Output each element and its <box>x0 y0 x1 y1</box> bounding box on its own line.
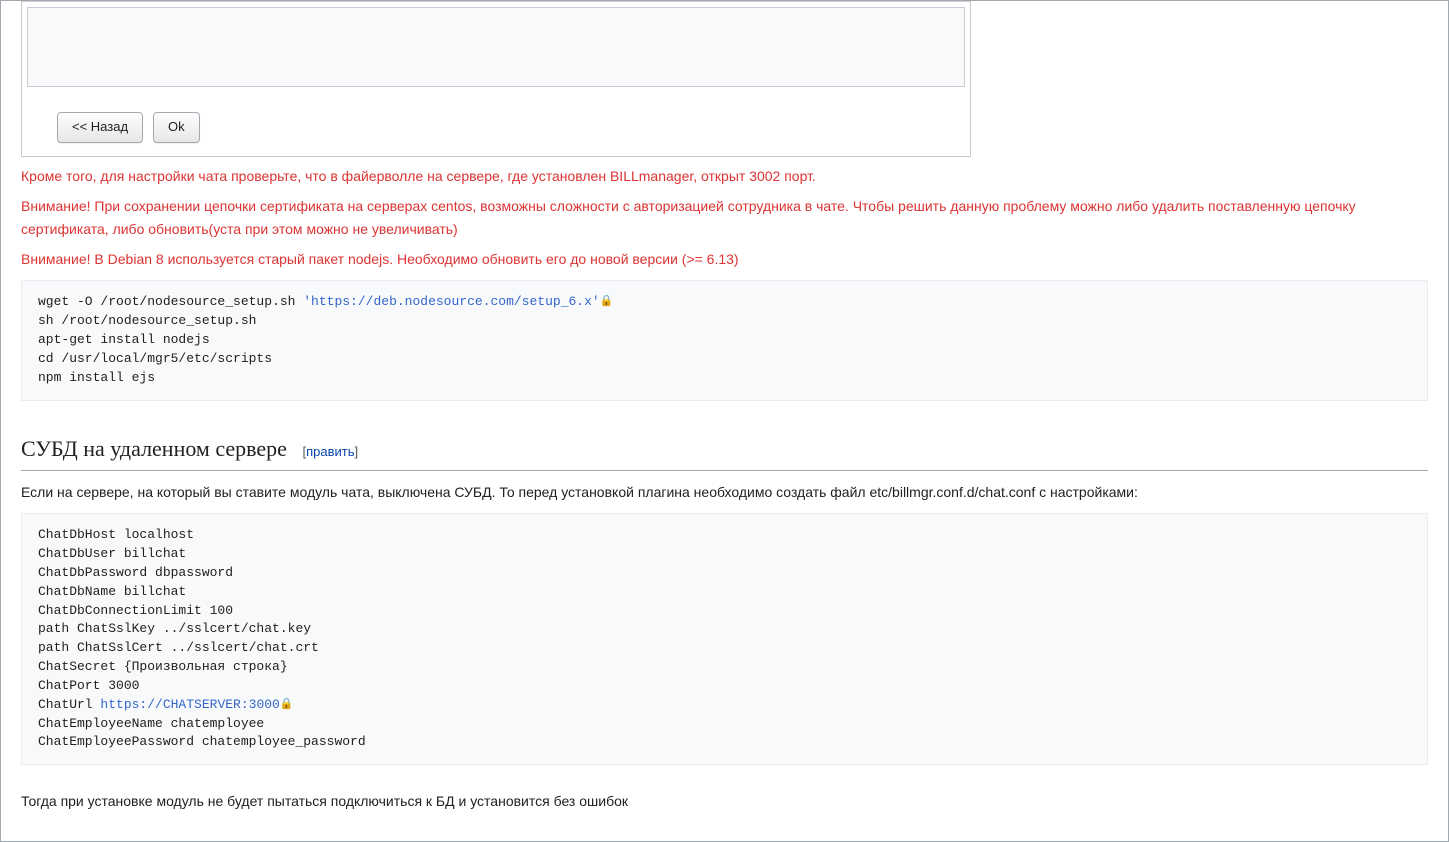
screenshot-placeholder <box>27 7 965 87</box>
edit-section-link[interactable]: [править] <box>302 444 358 459</box>
ok-button[interactable]: Ok <box>153 112 200 143</box>
warning-debian: Внимание! В Debian 8 используется старый… <box>21 248 1428 270</box>
outro-text: Тогда при установке модуль не будет пыта… <box>21 790 1428 812</box>
code-block-nodejs: wget -O /root/nodesource_setup.sh 'https… <box>21 280 1428 400</box>
screenshot-thumbnail: << Назад Ok <box>21 1 971 157</box>
warning-firewall: Кроме того, для настройки чата проверьте… <box>21 165 1428 187</box>
code-url-nodesource[interactable]: 'https://deb.nodesource.com/setup_6.x' <box>303 294 599 309</box>
code-url-chatserver[interactable]: https://CHATSERVER:3000 <box>100 697 279 712</box>
intro-remote-db: Если на сервере, на который вы ставите м… <box>21 481 1428 503</box>
lock-icon: 🔒 <box>600 295 614 311</box>
back-button[interactable]: << Назад <box>57 112 143 143</box>
lock-icon: 🔒 <box>280 698 294 714</box>
warning-centos: Внимание! При сохранении цепочки сертифи… <box>21 195 1428 240</box>
section-heading-remote-db: СУБД на удаленном сервере [править] <box>21 431 1428 471</box>
code-block-chatconf: ChatDbHost localhost ChatDbUser billchat… <box>21 513 1428 765</box>
